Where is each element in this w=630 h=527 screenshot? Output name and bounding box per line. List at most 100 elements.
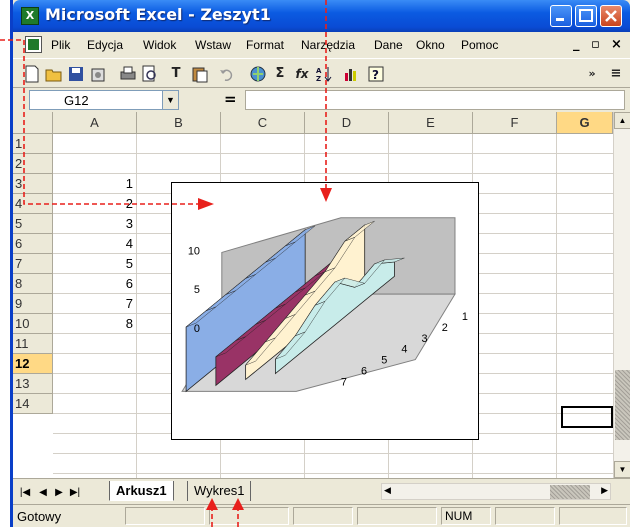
align-icon[interactable]: ≡: [607, 65, 625, 83]
standard-toolbar: T Σ fx AZ ? » ≡: [13, 58, 630, 88]
last-sheet-icon[interactable]: ▶|: [67, 485, 83, 501]
cell-a2[interactable]: 1: [53, 174, 137, 194]
row-header-selected[interactable]: 12: [13, 354, 53, 374]
scroll-up-icon[interactable]: ▲: [614, 112, 630, 129]
menu-widok[interactable]: Widok: [143, 38, 176, 52]
menu-format[interactable]: Format: [246, 38, 284, 52]
row-header[interactable]: 5: [13, 214, 53, 234]
selected-cell-g12[interactable]: [561, 406, 613, 428]
print-icon[interactable]: [119, 65, 137, 83]
open-icon[interactable]: [45, 65, 63, 83]
embedded-3d-area-chart[interactable]: 0 5 10 1 2 3 4 5 6 7: [171, 182, 479, 440]
row-header[interactable]: 4: [13, 194, 53, 214]
row-header[interactable]: 3: [13, 174, 53, 194]
chart-z-tick-label: 10: [188, 245, 200, 257]
row-header[interactable]: 11: [13, 334, 53, 354]
column-header-c[interactable]: C: [221, 112, 305, 134]
cell-a3[interactable]: 2: [53, 194, 137, 214]
status-pane: [357, 507, 437, 525]
sort-ascending-icon[interactable]: AZ: [315, 65, 333, 83]
menu-edycja[interactable]: Edycja: [87, 38, 123, 52]
bold-t-icon[interactable]: T: [167, 65, 185, 83]
formula-input[interactable]: [245, 90, 625, 110]
chart-x-tick-label: 7: [341, 376, 347, 388]
cell-a7[interactable]: 6: [53, 274, 137, 294]
column-header-d[interactable]: D: [305, 112, 389, 134]
menu-pomoc[interactable]: Pomoc: [461, 38, 498, 52]
excel-icon[interactable]: X: [21, 7, 39, 25]
column-header-b[interactable]: B: [137, 112, 221, 134]
row-header[interactable]: 7: [13, 254, 53, 274]
chart-x-tick-label: 4: [401, 344, 407, 356]
paste-icon[interactable]: [191, 65, 209, 83]
hyperlink-icon[interactable]: [249, 65, 267, 83]
menu-wstaw[interactable]: Wstaw: [195, 38, 231, 52]
scroll-right-icon[interactable]: ▶: [601, 485, 608, 496]
sheet-tab-arkusz1[interactable]: Arkusz1: [109, 481, 174, 501]
maximize-button[interactable]: [575, 5, 597, 27]
function-icon[interactable]: fx: [293, 65, 311, 83]
row-header[interactable]: 9: [13, 294, 53, 314]
close-button[interactable]: [600, 5, 622, 27]
save-icon[interactable]: [67, 65, 85, 83]
doc-close-icon[interactable]: ×: [611, 37, 622, 52]
chevron-down-icon[interactable]: ▼: [162, 91, 178, 109]
row-header[interactable]: 8: [13, 274, 53, 294]
prev-sheet-icon[interactable]: ◀: [35, 485, 51, 501]
vertical-scroll-thumb[interactable]: [615, 370, 630, 440]
first-sheet-icon[interactable]: |◀: [17, 485, 33, 501]
title-bar[interactable]: X Microsoft Excel - Zeszyt1: [13, 0, 630, 32]
row-header[interactable]: 2: [13, 154, 53, 174]
vertical-scrollbar[interactable]: ▲ ▼: [613, 112, 630, 478]
cell-a9[interactable]: 8: [53, 314, 137, 334]
status-pane: [125, 507, 205, 525]
chart-x-tick-label: 2: [442, 322, 448, 334]
cell-a6[interactable]: 5: [53, 254, 137, 274]
chart-wizard-icon[interactable]: [343, 65, 361, 83]
menu-okno[interactable]: Okno: [416, 38, 445, 52]
column-header-g[interactable]: G: [557, 112, 613, 134]
scroll-left-icon[interactable]: ◀: [384, 485, 391, 496]
chart-x-tick-label: 1: [462, 311, 468, 323]
help-icon[interactable]: ?: [367, 65, 385, 83]
autosum-icon[interactable]: Σ: [271, 65, 289, 83]
status-bar: Gotowy NUM: [13, 504, 630, 527]
scroll-down-icon[interactable]: ▼: [614, 461, 630, 478]
chart-z-tick-label: 0: [194, 323, 200, 335]
select-all-corner[interactable]: [13, 112, 53, 134]
column-header-a[interactable]: A: [53, 112, 137, 134]
menu-plik[interactable]: Plik: [51, 38, 70, 52]
name-box[interactable]: G12 ▼: [29, 90, 179, 110]
doc-minimize-icon[interactable]: _: [573, 37, 580, 52]
menu-narzedzia[interactable]: Narzędzia: [301, 38, 355, 52]
cell-a5[interactable]: 4: [53, 234, 137, 254]
maximize-icon: [579, 9, 593, 22]
row-header[interactable]: 14: [13, 394, 53, 414]
row-header[interactable]: 6: [13, 234, 53, 254]
new-icon[interactable]: [23, 65, 41, 83]
menu-dane[interactable]: Dane: [374, 38, 403, 52]
toolbar-overflow-icon[interactable]: »: [583, 65, 601, 83]
equals-sign[interactable]: =: [224, 90, 237, 108]
print-preview-icon[interactable]: [141, 65, 159, 83]
svg-text:A: A: [316, 67, 322, 75]
next-sheet-icon[interactable]: ▶: [51, 485, 67, 501]
cell-a8[interactable]: 7: [53, 294, 137, 314]
cell-a4[interactable]: 3: [53, 214, 137, 234]
permission-icon[interactable]: [89, 65, 107, 83]
row-header[interactable]: 13: [13, 374, 53, 394]
horizontal-scroll-thumb[interactable]: [550, 485, 590, 499]
horizontal-scrollbar[interactable]: ◀ ▶: [381, 483, 611, 500]
workbook-icon[interactable]: [25, 36, 42, 53]
minimize-button[interactable]: [550, 5, 572, 27]
undo-icon[interactable]: [218, 65, 236, 83]
sheet-tab-bar: |◀ ◀ ▶ ▶| Arkusz1 Wykres1 ◀ ▶: [13, 478, 630, 504]
sheet-tab-wykres1[interactable]: Wykres1: [187, 481, 252, 501]
row-header[interactable]: 1: [13, 134, 53, 154]
column-header-e[interactable]: E: [389, 112, 473, 134]
column-header-f[interactable]: F: [473, 112, 557, 134]
close-icon: [605, 10, 617, 22]
chart-z-tick-label: 5: [194, 284, 200, 296]
doc-restore-icon[interactable]: ▫: [591, 37, 600, 52]
row-header[interactable]: 10: [13, 314, 53, 334]
